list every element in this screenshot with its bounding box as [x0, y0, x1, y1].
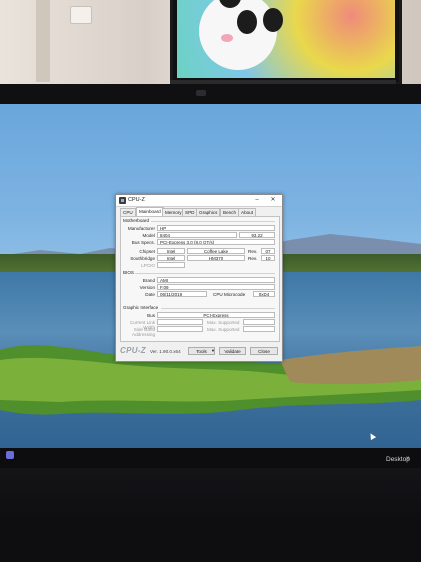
group-divider [151, 221, 275, 222]
minimize-button[interactable]: – [252, 196, 262, 204]
cpuz-window: CPU-Z – ✕ CPU Mainboard Memory SPD Graph… [115, 194, 283, 362]
southbridge-label: Southbridge [130, 256, 155, 261]
desk-shadow [0, 520, 421, 562]
motherboard-group-label: Motherboard [123, 218, 150, 223]
start-icon[interactable] [6, 451, 14, 459]
webcam-icon [196, 90, 206, 96]
lpcio-value [157, 262, 185, 268]
panda-eye [237, 10, 257, 34]
door-frame [36, 0, 50, 82]
panda-cheek [221, 34, 233, 42]
bus-specs-label: Bus Specs. [131, 240, 155, 245]
max-supported-link-value [243, 319, 275, 325]
graphic-interface-group-label: Graphic Interface [123, 305, 159, 310]
panda-ear [219, 0, 241, 8]
group-divider [161, 308, 275, 309]
max-supported-label: Max. Supported [207, 320, 240, 325]
model-value: 8404 [157, 232, 237, 238]
graphic-bus-label: Bus [147, 313, 155, 318]
manufacturer-value: HP [157, 225, 275, 231]
chipset-vendor-value: Intel [157, 248, 185, 254]
chipset-label: Chipset [139, 249, 155, 254]
tv-screen-cartoon [177, 0, 395, 78]
cpu-microcode-value: 0xD4 [253, 291, 275, 297]
manufacturer-label: Manufacturer [127, 226, 155, 231]
window-title: CPU-Z [128, 197, 145, 203]
bios-brand-label: Brand [142, 278, 155, 283]
window-footer: CPU-Z Ver. 1.90.0.x64 Tools ▼ Validate C… [116, 342, 282, 361]
chipset-rev-label: Rev. [248, 249, 258, 254]
close-button[interactable]: Close [250, 347, 278, 355]
group-divider [135, 273, 275, 274]
southbridge-rev-label: Rev. [248, 256, 258, 261]
monitor-top-bar [0, 84, 421, 104]
panda-head [199, 0, 283, 70]
side-band-addressing-label: Side Band Addressing [132, 327, 155, 337]
bios-brand-value: AMI [157, 277, 275, 283]
panda-eye [263, 8, 283, 32]
cpuz-brand-logo: CPU-Z [120, 346, 146, 355]
southbridge-vendor-value: Intel [157, 255, 185, 261]
max-supported-sideband-value [243, 326, 275, 332]
cpu-microcode-label: CPU Microcode [213, 292, 246, 297]
model-label: Model [142, 233, 155, 238]
window-titlebar[interactable]: CPU-Z – ✕ [116, 195, 282, 207]
taskbar-chevron-icon[interactable]: » [406, 455, 410, 462]
bios-date-label: Date [145, 292, 155, 297]
bios-version-value: F.09 [157, 284, 275, 290]
chipset-rev-value: 07 [261, 248, 275, 254]
model-revision-value: 93.22 [239, 232, 275, 238]
taskbar [0, 448, 421, 470]
version-text: Ver. 1.90.0.x64 [150, 349, 181, 354]
chipset-model-value: Coffee Lake [187, 248, 245, 254]
background-tv [170, 0, 402, 85]
chevron-down-icon[interactable]: ▼ [210, 347, 216, 355]
bios-version-label: Version [139, 285, 155, 290]
lpcio-label: LPCIO [141, 263, 155, 268]
bios-group-label: BIOS [123, 270, 134, 275]
cpuz-app-icon [119, 197, 126, 204]
bus-specs-value: PCI-Express 3.0 (8.0 GT/s) [157, 239, 275, 245]
side-band-value [157, 326, 203, 332]
max-supported-label: Max. Supported [207, 327, 240, 332]
mainboard-panel: Motherboard Manufacturer HP Model 8404 9… [120, 216, 280, 342]
light-switch [70, 6, 92, 24]
validate-button[interactable]: Validate [219, 347, 246, 355]
close-window-button[interactable]: ✕ [268, 196, 278, 204]
current-link-width-value [157, 319, 203, 325]
southbridge-rev-value: 10 [261, 255, 275, 261]
southbridge-model-value: HM370 [187, 255, 245, 261]
graphic-bus-value: PCI-Express [157, 312, 275, 318]
bios-date-value: 06/11/2019 [157, 291, 207, 297]
